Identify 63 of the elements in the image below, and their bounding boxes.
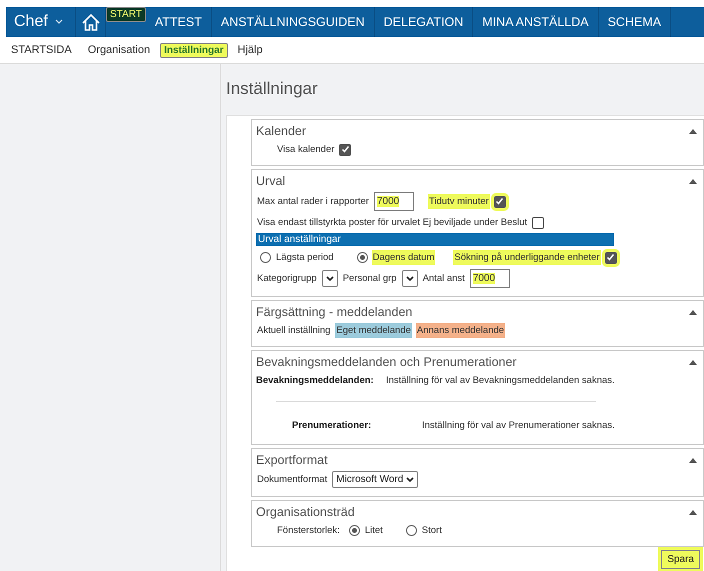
chevron-icon [406,276,414,282]
dropdown[interactable] [322,270,338,287]
chevron-icon [326,276,334,282]
page-title: Inställningar [226,79,319,99]
sub-nav-tab[interactable]: Hjälp [232,39,269,61]
sub-nav-tab[interactable]: STARTSIDA [5,39,78,61]
dropdown[interactable]: Microsoft Word [332,471,418,488]
collapse-icon[interactable] [689,310,697,314]
info-label: Bevakningsmeddelanden: [256,375,375,386]
info-text: Inställning för val av Bevakningsmeddelanden saknas. [386,375,615,386]
role-menu[interactable]: Chef [6,7,76,37]
collapse-icon[interactable] [689,458,697,462]
info-text: Inställning för val av Prenumerationer saknas. [422,420,615,431]
field-label: Antal anst [422,272,466,286]
sub-nav-tab[interactable]: Inställningar [160,42,228,58]
nav-tab[interactable]: MINA ANSTÄLLDA [473,7,599,37]
nav-tab[interactable]: DELEGATION [374,7,474,37]
section-title: Urval [256,174,286,188]
checkbox[interactable] [532,216,544,228]
section-title: Exportformat [256,453,328,467]
collapse-icon[interactable] [689,360,697,364]
field-label: Fönsterstorlek: [276,524,341,538]
section-title: Färgsättning - meddelanden [256,305,412,319]
field-label: Personal grp [342,272,398,286]
chevron-icon [406,476,414,482]
checkbox-label: Visa endast tillstyrkta poster för urvalet Ej beviljade under Beslut [256,216,528,230]
save-button[interactable]: Spara [661,550,700,569]
info-label: Prenumerationer: [292,420,372,431]
field-label: Dokumentformat [256,473,328,487]
radio-label: Litet [364,524,384,538]
nav-tab[interactable]: ATTEST [146,7,212,37]
radio-label: Lägsta period [275,251,335,265]
collapse-icon[interactable] [689,510,697,514]
radio-button[interactable] [348,525,360,536]
checkbox[interactable] [339,144,352,156]
dropdown[interactable] [402,270,418,287]
input-field[interactable]: 7000 [374,192,414,211]
chevron-icon [54,19,63,25]
collapse-icon[interactable] [689,128,697,134]
section-title: Bevakningsmeddelanden och Prenumerationer [256,355,517,369]
input-field[interactable]: 7000 [470,269,510,288]
checkbox-label: Tidutv minuter [428,194,490,209]
nav-tab[interactable]: SCHEMA [598,7,672,37]
radio-label: Stort [420,524,443,538]
color-swatch: Eget meddelande [335,323,412,338]
collapse-icon[interactable] [689,178,697,184]
sub-nav-tab[interactable]: Organisation [82,39,156,61]
section-title: Kalender [256,124,306,138]
home-icon [80,12,100,32]
radio-button[interactable] [406,525,417,536]
nav-tab[interactable]: ANSTÄLLNINGSGUIDEN [212,7,375,37]
radio-button[interactable] [356,252,368,263]
radio-button[interactable] [260,252,271,263]
field-label: Aktuell inställning [256,324,332,338]
checkbox-label: Sökning på underliggande enheter [453,250,601,265]
group-header: Urval anställningar [256,233,614,246]
section-title: Organisationsträd [256,505,355,519]
checkbox-label: Visa kalender [276,143,336,157]
nav-tab[interactable]: START [106,7,146,22]
radio-label: Dagens datum [372,250,436,265]
field-label: Kategorigrupp [256,272,318,286]
field-label: Max antal rader i rapporter [256,195,370,209]
color-swatch: Annans meddelande [416,323,506,338]
